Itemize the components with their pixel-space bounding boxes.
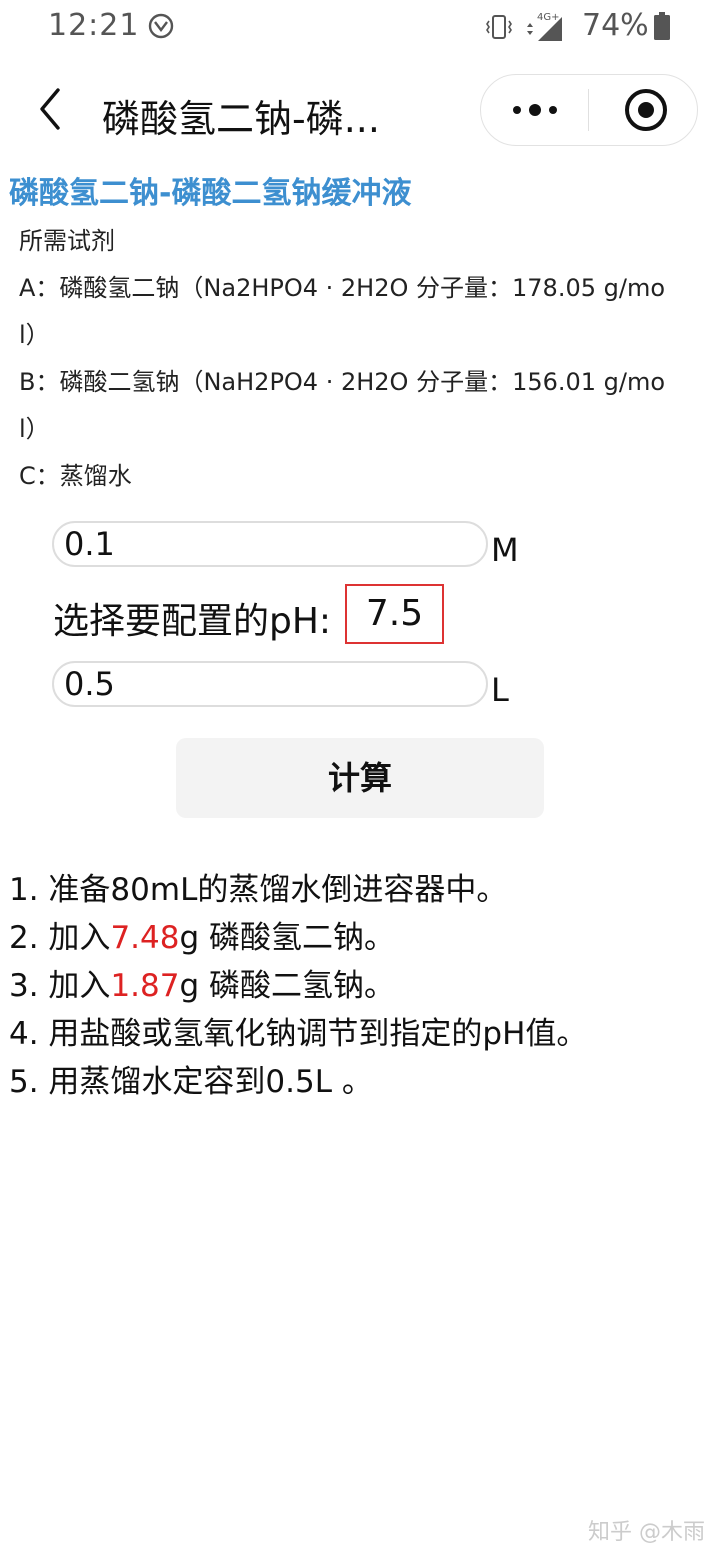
step-5: 5. 用蒸馏水定容到0.5L 。 — [9, 1064, 373, 1100]
reagents-list: 所需试剂 A：磷酸氢二钠（Na2HPO4 · 2H2O 分子量：178.05 g… — [19, 218, 669, 500]
back-arrow-icon[interactable] — [34, 84, 68, 134]
network-type: 4G+ — [537, 12, 560, 23]
page: 12:21 4G+ 74% 磷酸氢二钠-磷... 磷酸氢二钠-磷酸二氢钠缓冲液 … — [0, 0, 720, 1560]
concentration-input[interactable] — [52, 521, 488, 567]
result-steps: 1. 准备80mL的蒸馏水倒进容器中。 2. 加入7.48g 磷酸氢二钠。 3.… — [9, 866, 709, 1106]
status-bar: 12:21 4G+ 74% — [0, 0, 720, 52]
concentration-unit: M — [491, 531, 519, 569]
reagent-a: A：磷酸氢二钠（Na2HPO4 · 2H2O 分子量：178.05 g/mol） — [19, 274, 666, 349]
close-target-icon[interactable] — [623, 87, 669, 133]
reagent-b: B：磷酸二氢钠（NaH2PO4 · 2H2O 分子量：156.01 g/mol） — [19, 368, 666, 443]
capsule-divider — [588, 89, 589, 131]
step-3: 3. 加入1.87g 磷酸二氢钠。 — [9, 968, 395, 1004]
app-notification-icon — [148, 13, 174, 39]
battery-percent: 74% — [582, 8, 649, 43]
reagent-c: C：蒸馏水 — [19, 462, 132, 490]
ph-picker[interactable]: 7.5 — [345, 584, 444, 644]
step-2-amount: 7.48 — [110, 920, 180, 956]
step-2: 2. 加入7.48g 磷酸氢二钠。 — [9, 920, 395, 956]
status-time: 12:21 — [48, 8, 140, 43]
miniprogram-capsule — [480, 74, 698, 146]
step-1: 1. 准备80mL的蒸馏水倒进容器中。 — [9, 872, 508, 908]
battery-icon — [654, 12, 670, 40]
vibrate-icon — [486, 15, 512, 39]
more-options-icon[interactable] — [507, 93, 563, 127]
nav-title: 磷酸氢二钠-磷... — [102, 97, 380, 141]
signal-4g-icon: 4G+ — [527, 12, 562, 41]
step-3-amount: 1.87 — [110, 968, 180, 1004]
volume-input[interactable] — [52, 661, 488, 707]
volume-unit: L — [491, 671, 509, 709]
reagents-title: 所需试剂 — [19, 227, 115, 255]
calculate-button[interactable]: 计算 — [176, 738, 544, 818]
nav-bar: 磷酸氢二钠-磷... — [0, 70, 720, 150]
watermark: 知乎 @木雨 — [588, 1520, 705, 1545]
page-heading: 磷酸氢二钠-磷酸二氢钠缓冲液 — [9, 176, 412, 211]
step-4: 4. 用盐酸或氢氧化钠调节到指定的pH值。 — [9, 1016, 588, 1052]
ph-label: 选择要配置的pH: — [53, 601, 332, 642]
